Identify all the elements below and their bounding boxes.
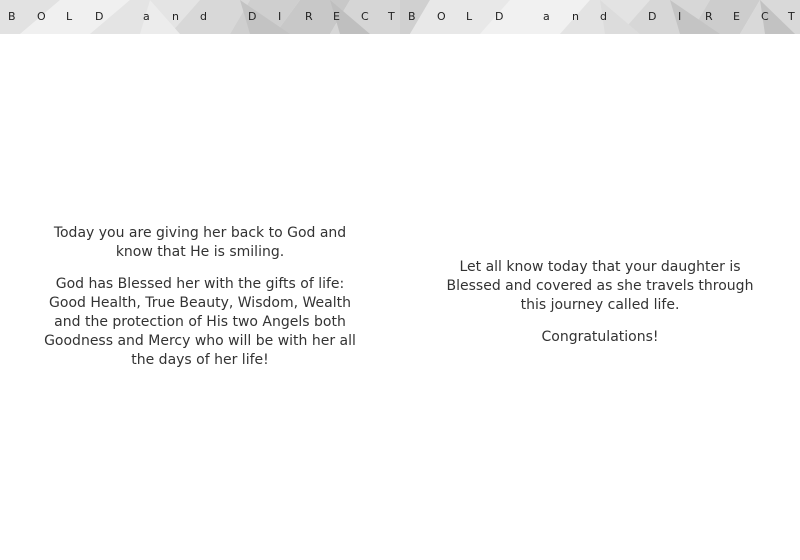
banner-letter: I (678, 10, 682, 23)
right-banner: B O L D a n d D I R E C T (400, 0, 800, 34)
banner-letter: a (143, 10, 150, 23)
banner-letter: O (437, 10, 446, 23)
banner-letter: L (466, 10, 473, 23)
right-paragraph-2: Congratulations! (541, 329, 659, 345)
left-page: B O L D a n d D I R E C T Today you are … (0, 0, 400, 560)
banner-letter: E (733, 10, 740, 23)
right-message: Let all know today that your daughter is… (440, 258, 760, 360)
banner-letter: R (305, 10, 313, 23)
banner-letter: I (278, 10, 282, 23)
banner-letter: a (543, 10, 550, 23)
banner-letter: n (572, 10, 579, 23)
banner-letter: d (200, 10, 207, 23)
banner-letter: O (37, 10, 46, 23)
left-paragraph-2: God has Blessed her with the gifts of li… (44, 276, 356, 368)
left-message: Today you are giving her back to God and… (40, 224, 360, 383)
banner-letter: R (705, 10, 713, 23)
banner-letter: E (333, 10, 340, 23)
banner-letter: D (248, 10, 257, 23)
banner-letter: d (600, 10, 607, 23)
banner-letter: C (761, 10, 769, 23)
banner-letter: D (648, 10, 657, 23)
left-banner: B O L D a n d D I R E C T (0, 0, 400, 34)
banner-letter: D (95, 10, 104, 23)
banner-letter: T (388, 10, 395, 23)
banner-letter: L (66, 10, 73, 23)
banner-letter: C (361, 10, 369, 23)
banner-letter: D (495, 10, 504, 23)
left-banner-text: B O L D a n d D I R E C T (0, 0, 400, 34)
banner-letter: B (408, 10, 416, 23)
banner-letter: B (8, 10, 16, 23)
banner-letter: T (788, 10, 795, 23)
left-paragraph-1: Today you are giving her back to God and… (53, 225, 347, 260)
banner-letter: n (172, 10, 179, 23)
right-banner-text: B O L D a n d D I R E C T (400, 0, 800, 34)
right-page: B O L D a n d D I R E C T Let all know t… (400, 0, 800, 560)
right-paragraph-1: Let all know today that your daughter is… (446, 259, 754, 313)
card-spread: B O L D a n d D I R E C T Today you are … (0, 0, 800, 560)
